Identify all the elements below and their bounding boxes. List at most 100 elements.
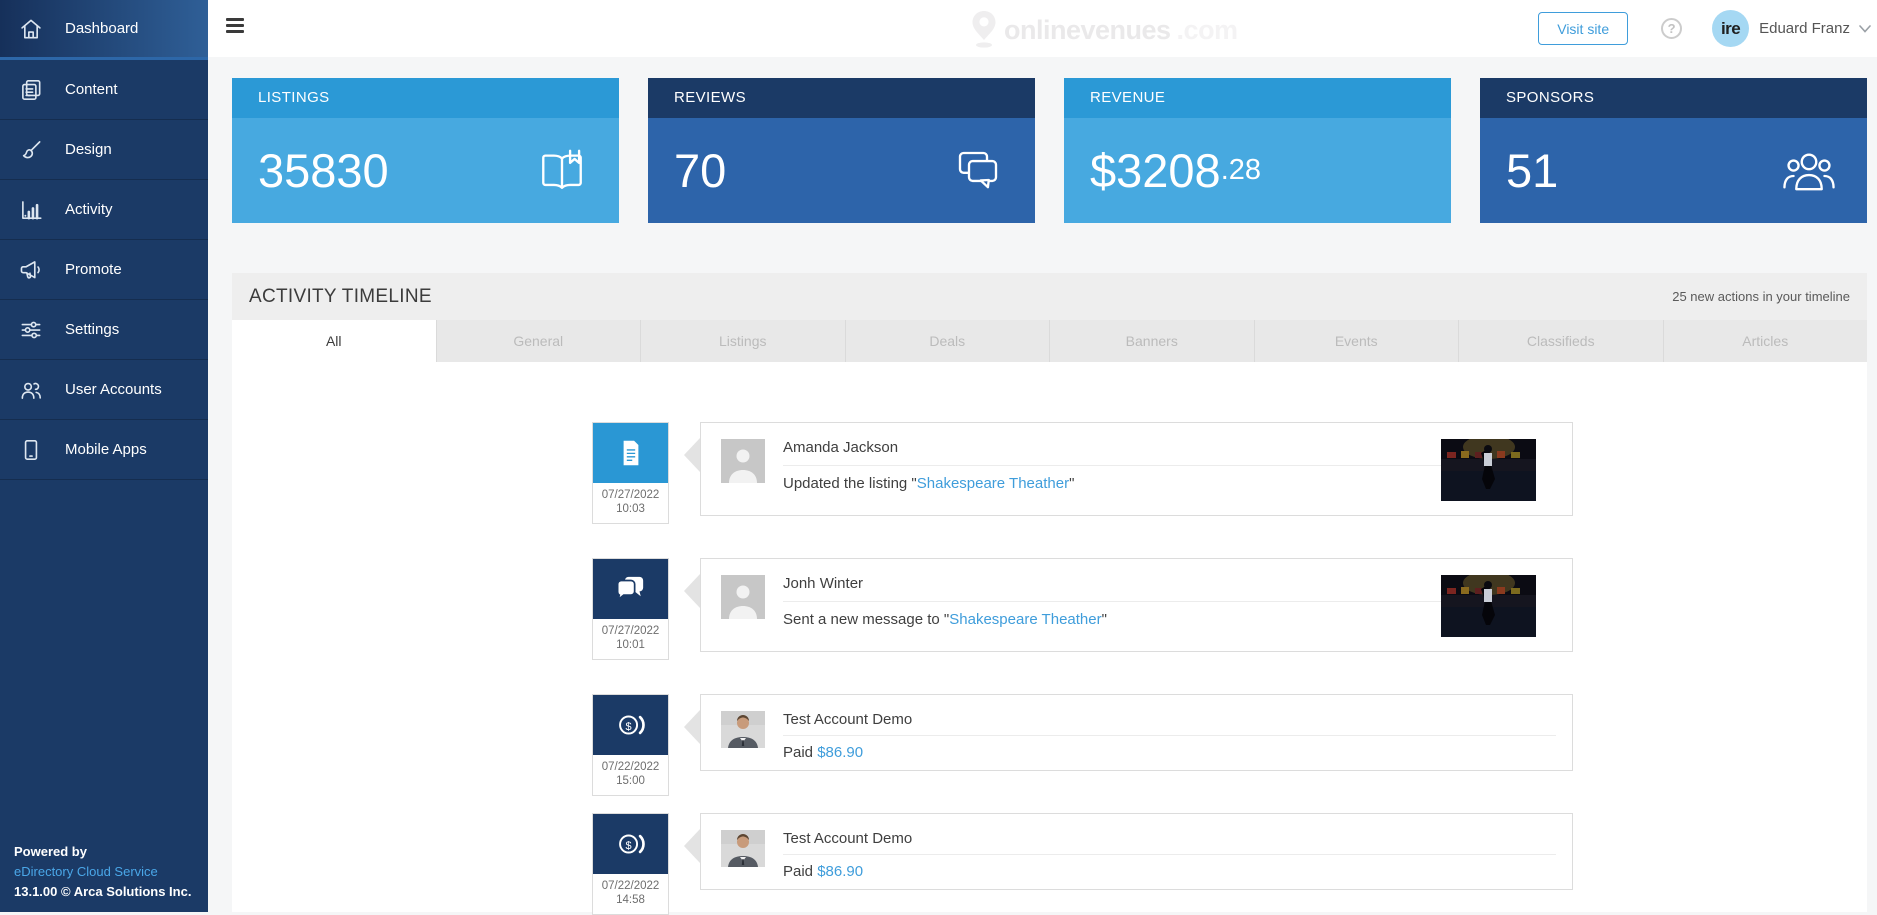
- sidebar-item-dashboard[interactable]: Dashboard: [0, 0, 208, 60]
- tab-articles[interactable]: Articles: [1664, 320, 1868, 362]
- top-bar: onlinevenues .com Visit site ? ire Eduar…: [208, 0, 1877, 57]
- sidebar-item-label: Activity: [65, 201, 113, 218]
- powered-by-label: Powered by: [14, 842, 191, 862]
- listing-thumbnail[interactable]: [1441, 439, 1536, 501]
- sidebar-item-activity[interactable]: Activity: [0, 180, 208, 240]
- sidebar-item-mobile-apps[interactable]: Mobile Apps: [0, 420, 208, 480]
- timeline-badge: 07/27/2022 10:01: [592, 558, 669, 660]
- sliders-icon: [17, 316, 44, 343]
- avatar-placeholder: [721, 439, 765, 483]
- sidebar-item-label: Dashboard: [65, 20, 138, 37]
- open-book-icon: [533, 144, 591, 198]
- payment-amount-link[interactable]: $86.90: [817, 863, 863, 880]
- chevron-down-icon[interactable]: [1859, 25, 1871, 33]
- bar-chart-icon: [17, 196, 44, 223]
- timeline-item: $ 07/22/2022 14:58 Test Account Demo Pai…: [232, 813, 1867, 890]
- sidebar-item-settings[interactable]: Settings: [0, 300, 208, 360]
- svg-text:$: $: [625, 721, 631, 733]
- activity-timeline-panel: ACTIVITY TIMELINE 25 new actions in your…: [232, 273, 1867, 912]
- sponsors-group-icon: [1779, 146, 1839, 196]
- timeline-badge: $ 07/22/2022 14:58: [592, 813, 669, 915]
- timeline-date: 07/27/2022: [595, 624, 666, 638]
- edirectory-service-link[interactable]: eDirectory Cloud Service: [14, 862, 191, 882]
- timeline-badge: 07/27/2022 10:03: [592, 422, 669, 524]
- timeline-time: 10:03: [595, 502, 666, 516]
- tab-classifieds[interactable]: Classifieds: [1459, 320, 1664, 362]
- sidebar-item-label: Mobile Apps: [65, 441, 147, 458]
- timeline-user: Test Account Demo: [783, 830, 1556, 855]
- sidebar-item-label: Design: [65, 141, 112, 158]
- tab-banners[interactable]: Banners: [1050, 320, 1255, 362]
- avatar[interactable]: ire: [1712, 10, 1749, 47]
- timeline-date: 07/27/2022: [595, 488, 666, 502]
- sidebar-item-content[interactable]: Content: [0, 60, 208, 120]
- timeline-action: Paid $86.90: [783, 736, 1556, 761]
- timeline-user: Test Account Demo: [783, 711, 1556, 736]
- tab-listings[interactable]: Listings: [641, 320, 846, 362]
- user-name[interactable]: Eduard Franz: [1759, 20, 1850, 37]
- stat-title: REVENUE: [1064, 78, 1451, 118]
- listing-link[interactable]: Shakespeare Theather: [949, 611, 1101, 628]
- sidebar-item-design[interactable]: Design: [0, 120, 208, 180]
- timeline-item: 07/27/2022 10:01 Jonh Winter Sent a new …: [232, 558, 1867, 652]
- stat-card-listings[interactable]: LISTINGS 35830: [232, 78, 619, 223]
- stat-value: 51: [1506, 143, 1558, 198]
- panel-title: ACTIVITY TIMELINE: [249, 286, 432, 308]
- tab-all[interactable]: All: [232, 320, 437, 362]
- tab-deals[interactable]: Deals: [846, 320, 1051, 362]
- stat-value-cents: .28: [1221, 154, 1261, 187]
- header-right: Visit site ? ire Eduard Franz: [1538, 0, 1871, 57]
- stat-value: $3208: [1090, 143, 1221, 198]
- help-icon[interactable]: ?: [1661, 18, 1682, 39]
- tab-general[interactable]: General: [437, 320, 642, 362]
- site-watermark: onlinevenues .com: [970, 9, 1238, 54]
- hamburger-menu-icon[interactable]: [226, 18, 244, 33]
- tab-events[interactable]: Events: [1255, 320, 1460, 362]
- timeline-item: 07/27/2022 10:03 Amanda Jackson Updated …: [232, 422, 1867, 516]
- timeline-action: Paid $86.90: [783, 855, 1556, 880]
- stat-title: REVIEWS: [648, 78, 1035, 118]
- stat-value: 70: [674, 143, 726, 198]
- chat-bubbles-icon: [949, 144, 1007, 198]
- timeline-date: 07/22/2022: [595, 760, 666, 774]
- timeline-card: Test Account Demo Paid $86.90: [700, 694, 1573, 771]
- timeline-user: Jonh Winter: [783, 575, 1444, 602]
- sidebar-item-promote[interactable]: Promote: [0, 240, 208, 300]
- megaphone-icon: [17, 256, 44, 283]
- account-avatar-photo: [721, 830, 765, 867]
- timeline-card: Jonh Winter Sent a new message to "Shake…: [700, 558, 1573, 652]
- timeline-time: 10:01: [595, 638, 666, 652]
- sidebar-item-user-accounts[interactable]: User Accounts: [0, 360, 208, 420]
- svg-text:$: $: [625, 840, 631, 852]
- stat-card-reviews[interactable]: REVIEWS 70: [648, 78, 1035, 223]
- stat-card-revenue[interactable]: REVENUE $3208 .28: [1064, 78, 1451, 223]
- actions-count: 25 new actions in your timeline: [1672, 289, 1850, 304]
- listing-link[interactable]: Shakespeare Theather: [917, 475, 1069, 492]
- stat-card-sponsors[interactable]: SPONSORS 51: [1480, 78, 1867, 223]
- stat-value: 35830: [258, 143, 389, 198]
- stat-title: SPONSORS: [1480, 78, 1867, 118]
- card-arrow: [684, 438, 700, 472]
- sidebar: Dashboard Content Design Activity Promot…: [0, 0, 208, 912]
- sidebar-footer: Powered by eDirectory Cloud Service 13.1…: [14, 842, 191, 902]
- card-arrow: [684, 710, 700, 744]
- timeline-badge: $ 07/22/2022 15:00: [592, 694, 669, 796]
- sidebar-item-label: Promote: [65, 261, 122, 278]
- watermark-name: onlinevenues: [1004, 15, 1171, 46]
- sidebar-item-label: Content: [65, 81, 118, 98]
- message-bubbles-icon: [593, 559, 668, 619]
- content-icon: [17, 76, 44, 103]
- timeline-user: Amanda Jackson: [783, 439, 1444, 466]
- timeline-card: Amanda Jackson Updated the listing "Shak…: [700, 422, 1573, 516]
- payment-dollar-icon: $: [593, 814, 668, 874]
- visit-site-button[interactable]: Visit site: [1538, 12, 1628, 45]
- card-arrow: [684, 574, 700, 608]
- stat-cards: LISTINGS 35830 REVIEWS 70 REVENUE $3208 …: [232, 78, 1867, 223]
- listing-thumbnail[interactable]: [1441, 575, 1536, 637]
- sidebar-item-label: User Accounts: [65, 381, 162, 398]
- panel-header: ACTIVITY TIMELINE 25 new actions in your…: [232, 273, 1867, 320]
- timeline-body: 07/27/2022 10:03 Amanda Jackson Updated …: [232, 362, 1867, 890]
- payment-amount-link[interactable]: $86.90: [817, 744, 863, 761]
- home-icon: [17, 15, 44, 42]
- avatar-placeholder: [721, 575, 765, 619]
